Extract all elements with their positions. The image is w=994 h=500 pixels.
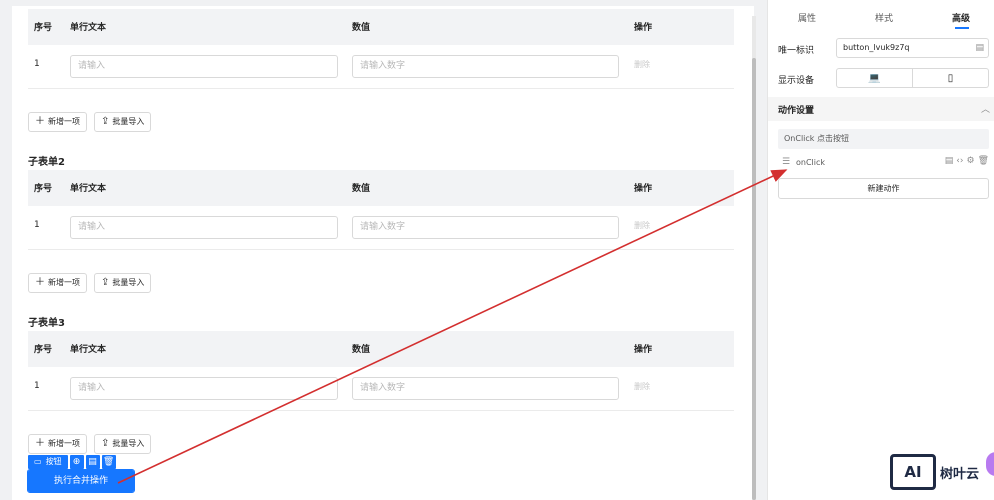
batch-import-button[interactable]: ⇪ 批量导入 — [94, 273, 152, 293]
action-tools: ▤ ‹› ⚙ 🗑 — [945, 156, 989, 166]
component-type-tag[interactable]: ▭ 按钮 — [28, 455, 68, 469]
component-type-label: 按钮 — [45, 457, 62, 466]
canvas-scrollbar-thumb[interactable] — [752, 58, 756, 500]
add-item-button[interactable]: ＋新增一项 — [28, 434, 87, 454]
paste-icon[interactable]: ▤ — [85, 455, 100, 469]
batch-import-button[interactable]: ⇪ 批量导入 — [94, 112, 152, 132]
delete-link[interactable]: 删除 — [634, 59, 650, 70]
subform-2-title: 子表单2 — [28, 157, 65, 168]
col-ops: 操作 — [634, 23, 653, 33]
col-value: 数值 — [352, 184, 371, 194]
text-input[interactable]: 请输入 — [70, 377, 338, 400]
gear-icon[interactable]: ⚙ — [966, 156, 974, 166]
tab-style[interactable]: 样式 — [875, 11, 893, 24]
selection-toolbar: ▭ 按钮 ⊕ ▤ 🗑 — [28, 455, 116, 469]
col-seq: 序号 — [34, 184, 53, 194]
subform-1-table: 序号 单行文本 数值 操作 1 请输入 请输入数字 删除 — [28, 9, 734, 89]
event-title: OnClick 点击按钮 — [778, 129, 989, 149]
logo-mark: AI — [890, 454, 936, 490]
id-value: button_lvuk9z7q — [843, 43, 910, 52]
table-row: 1 请输入 请输入数字 删除 — [28, 367, 734, 411]
merge-execute-button[interactable]: 执行合并操作 — [27, 469, 135, 493]
action-settings-header[interactable]: 动作设置 ︿ — [768, 97, 994, 121]
table-row: 1 请输入 请输入数字 删除 — [28, 206, 734, 250]
laptop-icon[interactable]: 💻 — [836, 68, 913, 88]
delete-link[interactable]: 删除 — [634, 381, 650, 392]
add-item-label: 新增一项 — [48, 117, 80, 126]
tab-advanced[interactable]: 高级 — [952, 11, 970, 24]
row-seq: 1 — [34, 381, 40, 391]
batch-import-label: 批量导入 — [112, 117, 145, 126]
col-ops: 操作 — [634, 184, 653, 194]
number-input[interactable]: 请输入数字 — [352, 377, 619, 400]
button-type-icon: ▭ — [34, 457, 42, 466]
id-field[interactable]: button_lvuk9z7q ▤ — [836, 38, 989, 58]
upload-icon: ⇪ — [101, 116, 110, 127]
table-header: 序号 单行文本 数值 操作 — [28, 170, 734, 206]
chevron-up-icon[interactable]: ︿ — [981, 102, 990, 115]
plus-icon: ＋ — [35, 438, 45, 449]
logo-text: 树叶云 — [940, 466, 980, 482]
mobile-icon[interactable]: ▯ — [913, 68, 989, 88]
text-input[interactable]: 请输入 — [70, 216, 338, 239]
table-row: 1 请输入 请输入数字 删除 — [28, 45, 734, 89]
add-item-label: 新增一项 — [48, 278, 80, 287]
properties-panel: 属性 样式 高级 唯一标识 button_lvuk9z7q ▤ 显示设备 💻 ▯… — [767, 0, 994, 500]
watermark-logo: AI 树叶云 — [890, 452, 979, 492]
action-item[interactable]: ☰ onClick ▤ ‹› ⚙ 🗑 — [782, 155, 989, 171]
col-text: 单行文本 — [70, 23, 107, 33]
plus-icon: ＋ — [35, 116, 45, 127]
plus-icon: ＋ — [35, 277, 45, 288]
table-header: 序号 单行文本 数值 操作 — [28, 331, 734, 367]
tab-properties[interactable]: 属性 — [798, 11, 816, 24]
col-ops: 操作 — [634, 345, 653, 355]
subform-3-title: 子表单3 — [28, 318, 65, 329]
table-header: 序号 单行文本 数值 操作 — [28, 9, 734, 45]
col-value: 数值 — [352, 345, 371, 355]
active-tab-indicator — [955, 27, 969, 29]
upload-icon: ⇪ — [101, 277, 110, 288]
copy-icon[interactable]: ⊕ — [69, 455, 84, 469]
batch-import-button[interactable]: ⇪ 批量导入 — [94, 434, 152, 454]
col-seq: 序号 — [34, 345, 53, 355]
subform-2-table: 序号 单行文本 数值 操作 1 请输入 请输入数字 删除 — [28, 170, 734, 250]
device-label: 显示设备 — [778, 76, 815, 86]
drag-handle-icon[interactable]: ☰ — [782, 157, 790, 167]
col-text: 单行文本 — [70, 345, 107, 355]
add-item-button[interactable]: ＋新增一项 — [28, 273, 87, 293]
col-text: 单行文本 — [70, 184, 107, 194]
action-settings-title: 动作设置 — [778, 106, 815, 116]
delete-link[interactable]: 删除 — [634, 220, 650, 231]
copy-icon[interactable]: ▤ — [975, 39, 984, 57]
id-label: 唯一标识 — [778, 46, 815, 56]
code-icon[interactable]: ‹› — [956, 156, 963, 166]
number-input[interactable]: 请输入数字 — [352, 216, 619, 239]
new-action-button[interactable]: 新建动作 — [778, 178, 989, 199]
batch-import-label: 批量导入 — [112, 278, 145, 287]
device-toggle: 💻 ▯ — [836, 68, 989, 88]
col-seq: 序号 — [34, 23, 53, 33]
row-seq: 1 — [34, 220, 40, 230]
upload-icon: ⇪ — [101, 438, 110, 449]
panel-tabs: 属性 样式 高级 — [768, 0, 994, 34]
number-input[interactable]: 请输入数字 — [352, 55, 619, 78]
row-seq: 1 — [34, 59, 40, 69]
delete-icon[interactable]: 🗑 — [101, 455, 116, 469]
batch-import-label: 批量导入 — [112, 439, 145, 448]
col-value: 数值 — [352, 23, 371, 33]
action-name: onClick — [796, 158, 826, 167]
subform-3-table: 序号 单行文本 数值 操作 1 请输入 请输入数字 删除 — [28, 331, 734, 411]
text-input[interactable]: 请输入 — [70, 55, 338, 78]
delete-icon[interactable]: 🗑 — [978, 156, 989, 166]
add-item-button[interactable]: ＋新增一项 — [28, 112, 87, 132]
copy-icon[interactable]: ▤ — [945, 156, 954, 166]
add-item-label: 新增一项 — [48, 439, 80, 448]
